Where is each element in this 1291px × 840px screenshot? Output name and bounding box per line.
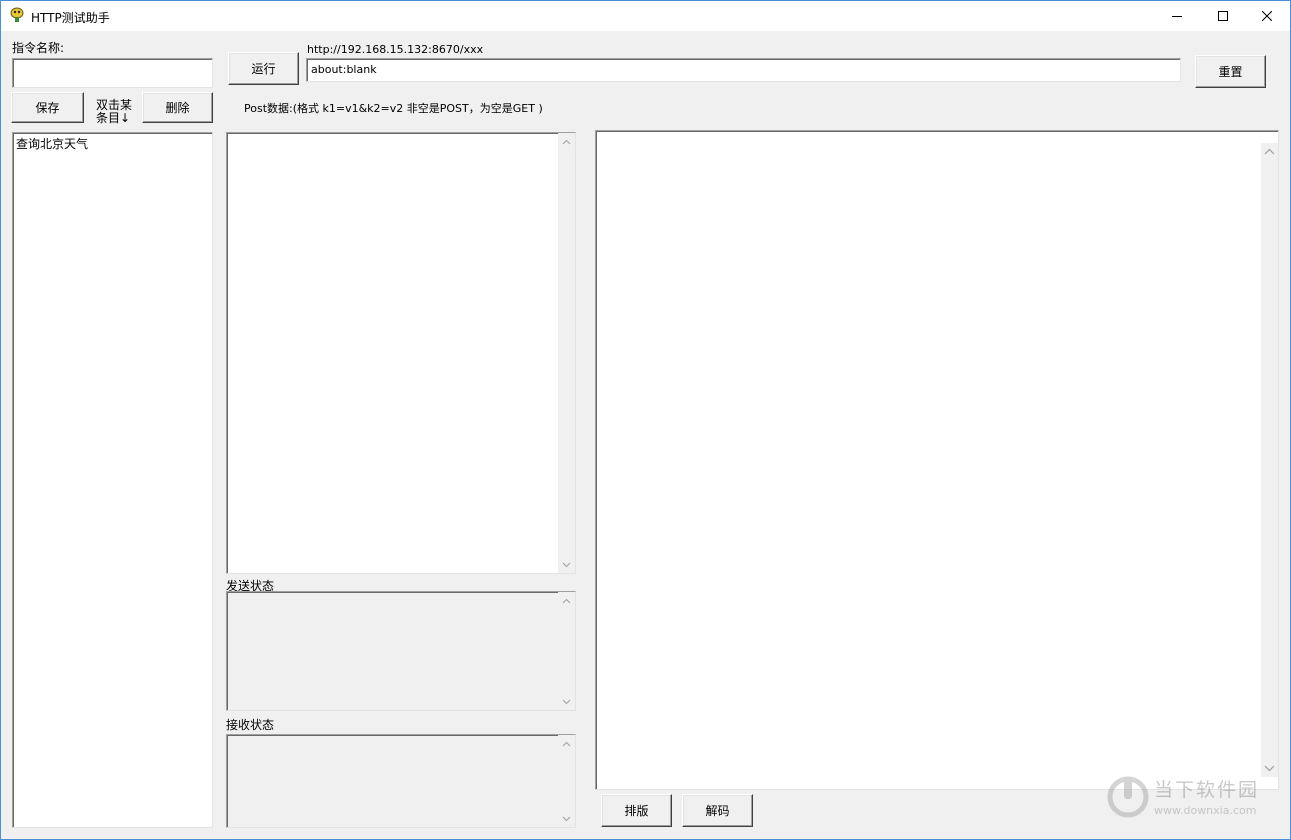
command-name-input[interactable] xyxy=(12,58,213,88)
scroll-up-icon[interactable] xyxy=(558,735,575,752)
url-input-value: about:blank xyxy=(311,63,377,76)
run-button-label: 运行 xyxy=(251,62,276,76)
url-hint: http://192.168.15.132:8670/xxx xyxy=(307,43,484,56)
title-bar[interactable]: HTTP测试助手 xyxy=(1,1,1290,31)
response-textarea[interactable] xyxy=(595,130,1279,790)
close-button[interactable] xyxy=(1244,1,1290,31)
scroll-up-icon[interactable] xyxy=(558,133,575,150)
command-list[interactable]: 查询北京天气 xyxy=(12,132,213,828)
url-input[interactable]: about:blank xyxy=(306,58,1181,82)
receive-status-box[interactable] xyxy=(226,734,576,828)
minimize-button[interactable] xyxy=(1154,1,1200,31)
reset-button-label: 重置 xyxy=(1218,65,1243,79)
app-window: HTTP测试助手 指令名称: 保存 双击某条目↓ 删除 查询北京天气 运行 ht… xyxy=(0,0,1291,840)
scroll-down-icon[interactable] xyxy=(558,810,575,827)
format-button[interactable]: 排版 xyxy=(601,794,672,827)
reset-button[interactable]: 重置 xyxy=(1195,55,1266,88)
scroll-up-icon[interactable] xyxy=(558,592,575,609)
close-icon xyxy=(1262,11,1272,21)
run-button[interactable]: 运行 xyxy=(228,52,299,85)
command-name-label: 指令名称: xyxy=(12,41,65,55)
send-status-box[interactable] xyxy=(226,591,576,711)
post-data-hint: Post数据:(格式 k1=v1&k2=v2 非空是POST，为空是GET ) xyxy=(244,102,543,115)
receive-status-label: 接收状态 xyxy=(226,718,275,732)
scroll-down-icon[interactable] xyxy=(558,556,575,573)
watermark-brand: 当下软件园 xyxy=(1154,779,1260,801)
maximize-icon xyxy=(1218,11,1228,21)
watermark: 当下软件园 www.downxia.com xyxy=(1106,773,1276,823)
save-button-label: 保存 xyxy=(35,101,60,115)
receive-status-scrollbar[interactable] xyxy=(558,735,575,827)
format-button-label: 排版 xyxy=(624,804,649,818)
app-logo-icon xyxy=(9,7,25,23)
post-data-scrollbar[interactable] xyxy=(558,133,575,573)
decode-button-label: 解码 xyxy=(705,804,730,818)
window-title: HTTP测试助手 xyxy=(31,11,110,25)
scroll-down-icon[interactable] xyxy=(558,693,575,710)
response-scrollbar[interactable] xyxy=(1261,143,1278,777)
send-status-scrollbar[interactable] xyxy=(558,592,575,710)
decode-button[interactable]: 解码 xyxy=(682,794,753,827)
scroll-up-icon[interactable] xyxy=(1261,143,1278,160)
post-data-textarea[interactable] xyxy=(226,132,576,574)
watermark-url: www.downxia.com xyxy=(1154,804,1257,817)
delete-button[interactable]: 删除 xyxy=(142,92,213,123)
maximize-button[interactable] xyxy=(1200,1,1246,31)
list-item[interactable]: 查询北京天气 xyxy=(16,135,88,152)
double-click-hint: 双击某条目↓ xyxy=(96,98,133,125)
delete-button-label: 删除 xyxy=(165,101,190,115)
watermark-logo-icon xyxy=(1107,776,1149,818)
minimize-icon xyxy=(1172,16,1182,17)
save-button[interactable]: 保存 xyxy=(11,92,84,123)
